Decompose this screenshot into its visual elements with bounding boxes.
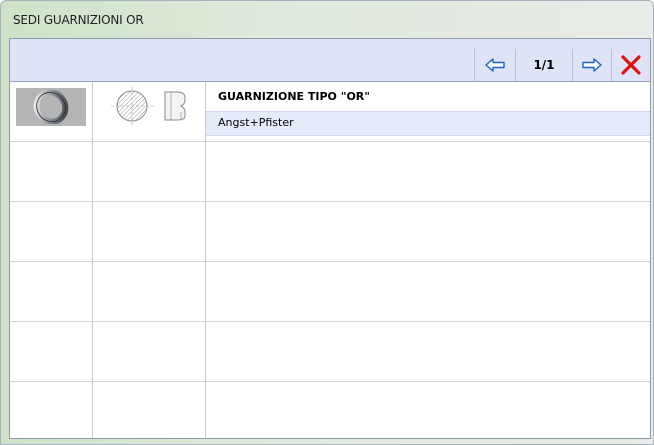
o-ring-section-drawing-icon xyxy=(111,87,186,125)
records-grid: GUARNIZIONE TIPO "OR" Angst+Pfister xyxy=(10,82,650,438)
close-icon xyxy=(621,55,641,75)
drawing-cell[interactable] xyxy=(93,82,206,141)
image-cell[interactable] xyxy=(10,322,93,381)
close-button[interactable] xyxy=(611,49,650,81)
description-cell[interactable]: GUARNIZIONE TIPO "OR" Angst+Pfister xyxy=(206,82,650,141)
table-row[interactable]: GUARNIZIONE TIPO "OR" Angst+Pfister xyxy=(10,82,650,142)
toolbar: 1/1 xyxy=(10,39,650,82)
manufacturer-row: Angst+Pfister xyxy=(206,111,650,136)
record-manufacturer: Angst+Pfister xyxy=(218,116,294,129)
prev-page-button[interactable] xyxy=(474,49,515,81)
drawing-cell[interactable] xyxy=(93,322,206,381)
drawing-cell[interactable] xyxy=(93,262,206,321)
app-window: SEDI GUARNIZIONI OR 1/1 GUARNIZIONE TIPO… xyxy=(0,0,654,445)
window-title: SEDI GUARNIZIONI OR xyxy=(13,13,144,27)
table-row[interactable] xyxy=(10,142,650,202)
drawing-cell[interactable] xyxy=(93,202,206,261)
client-area: 1/1 GUARNIZIONE TIPO "OR" Angst+Pfister xyxy=(9,38,651,439)
image-cell[interactable] xyxy=(10,82,93,141)
drawing-cell[interactable] xyxy=(93,142,206,201)
image-cell[interactable] xyxy=(10,202,93,261)
description-cell[interactable] xyxy=(206,142,650,201)
table-row[interactable] xyxy=(10,382,650,438)
description-cell[interactable] xyxy=(206,322,650,381)
drawing-cell[interactable] xyxy=(93,382,206,438)
title-bar[interactable]: SEDI GUARNIZIONI OR xyxy=(1,1,653,37)
arrow-right-icon xyxy=(582,58,602,72)
description-cell[interactable] xyxy=(206,202,650,261)
o-ring-icon xyxy=(16,88,86,126)
image-cell[interactable] xyxy=(10,142,93,201)
arrow-left-icon xyxy=(485,58,505,72)
description-cell[interactable] xyxy=(206,382,650,438)
image-cell[interactable] xyxy=(10,262,93,321)
description-cell[interactable] xyxy=(206,262,650,321)
table-row[interactable] xyxy=(10,202,650,262)
table-row[interactable] xyxy=(10,262,650,322)
next-page-button[interactable] xyxy=(572,49,611,81)
table-row[interactable] xyxy=(10,322,650,382)
image-cell[interactable] xyxy=(10,382,93,438)
record-name: GUARNIZIONE TIPO "OR" xyxy=(218,90,370,103)
page-indicator: 1/1 xyxy=(515,49,572,81)
